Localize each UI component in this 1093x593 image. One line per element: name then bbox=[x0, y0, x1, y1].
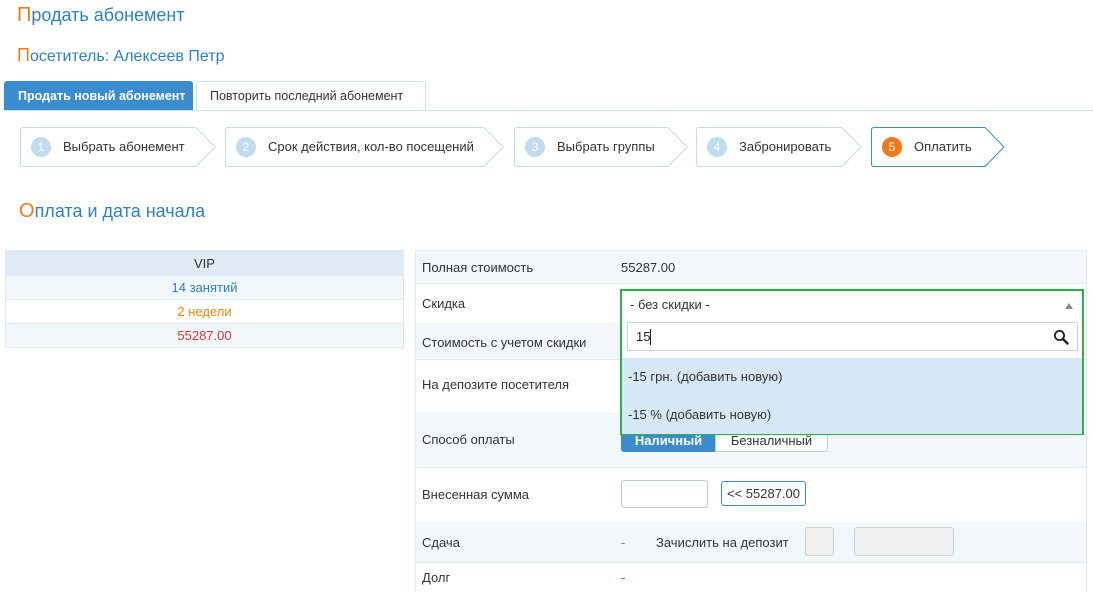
fill-full-amount-button[interactable]: << 55287.00 bbox=[721, 481, 806, 506]
deposit-label: На депозите посетителя bbox=[422, 377, 570, 392]
discount-search-value: 15 bbox=[636, 329, 651, 344]
subscription-duration: 2 недели bbox=[5, 300, 404, 324]
row-full-price: Полная стоимость 55287.00 bbox=[416, 251, 1086, 284]
discount-option-percent[interactable]: -15 % (добавить новую) bbox=[622, 396, 1082, 434]
step-number: 1 bbox=[31, 137, 51, 157]
discount-search-input[interactable]: 15 bbox=[627, 322, 1078, 351]
credit-to-deposit-checkbox[interactable] bbox=[805, 527, 834, 556]
step-number: 5 bbox=[882, 137, 902, 157]
debt-value: - bbox=[621, 570, 626, 585]
row-change: Сдача - Зачислить на депозит bbox=[416, 522, 1086, 563]
step-number: 2 bbox=[236, 137, 256, 157]
section-title-initial: О bbox=[19, 200, 35, 222]
page-title-rest: родать абонемент bbox=[31, 5, 185, 25]
text-caret bbox=[650, 329, 651, 345]
credit-to-deposit-amount-input[interactable] bbox=[854, 527, 954, 556]
credit-to-deposit-label: Зачислить на депозит bbox=[656, 535, 789, 550]
discount-select[interactable]: - без скидки - bbox=[622, 291, 1082, 319]
section-title-rest: плата и дата начала bbox=[34, 201, 206, 221]
step-label: Забронировать bbox=[739, 139, 832, 154]
visitor-label-initial: П bbox=[17, 45, 30, 65]
paid-amount-input[interactable] bbox=[621, 480, 708, 508]
step-label: Срок действия, кол-во посещений bbox=[268, 139, 474, 154]
change-value: - bbox=[621, 535, 626, 550]
page-title: Продать абонемент bbox=[17, 4, 185, 27]
subscription-name: VIP bbox=[5, 250, 404, 276]
step-label: Оплатить bbox=[914, 139, 972, 154]
step-3-choose-groups[interactable]: 3 Выбрать группы bbox=[514, 127, 688, 167]
step-number: 4 bbox=[707, 137, 727, 157]
debt-label: Долг bbox=[422, 570, 451, 585]
discount-option-uah[interactable]: -15 грн. (добавить новую) bbox=[622, 358, 1082, 396]
step-label: Выбрать группы bbox=[557, 139, 655, 154]
step-number: 3 bbox=[525, 137, 545, 157]
tab-repeat-last[interactable]: Повторить последний абонемент bbox=[196, 81, 426, 110]
full-price-label: Полная стоимость bbox=[422, 260, 534, 275]
dropdown-arrow-icon bbox=[1065, 303, 1073, 309]
paid-amount-label: Внесенная сумма bbox=[422, 487, 530, 502]
discount-dropdown[interactable]: - без скидки - 15 -15 грн. (добавить нов… bbox=[620, 289, 1084, 435]
search-icon bbox=[1054, 330, 1069, 345]
visitor-label-rest: осетитель: Алексеев Петр bbox=[29, 48, 225, 65]
discount-label: Скидка bbox=[422, 296, 466, 311]
payment-method-label: Способ оплаты bbox=[422, 432, 515, 447]
step-4-book[interactable]: 4 Забронировать bbox=[696, 127, 862, 167]
step-label: Выбрать абонемент bbox=[63, 139, 185, 154]
subscription-summary: VIP 14 занятий 2 недели 55287.00 bbox=[5, 250, 404, 348]
visitor-label: Посетитель: Алексеев Петр bbox=[17, 45, 224, 66]
full-price-value: 55287.00 bbox=[621, 260, 676, 275]
section-title: Оплата и дата начала bbox=[19, 200, 205, 223]
change-label: Сдача bbox=[422, 535, 460, 550]
row-debt: Долг - bbox=[416, 562, 1086, 593]
step-5-pay[interactable]: 5 Оплатить bbox=[871, 127, 1005, 167]
tab-sell-new[interactable]: Продать новый абонемент bbox=[4, 81, 193, 110]
discount-selected-value: - без скидки - bbox=[630, 297, 710, 312]
discounted-price-label: Стоимость с учетом скидки bbox=[422, 335, 587, 350]
step-2-duration[interactable]: 2 Срок действия, кол-во посещений bbox=[225, 127, 504, 167]
subscription-lessons: 14 занятий bbox=[5, 276, 404, 300]
step-1-choose-subscription[interactable]: 1 Выбрать абонемент bbox=[20, 127, 216, 167]
subscription-price: 55287.00 bbox=[5, 324, 404, 348]
page-title-initial: П bbox=[17, 4, 32, 26]
